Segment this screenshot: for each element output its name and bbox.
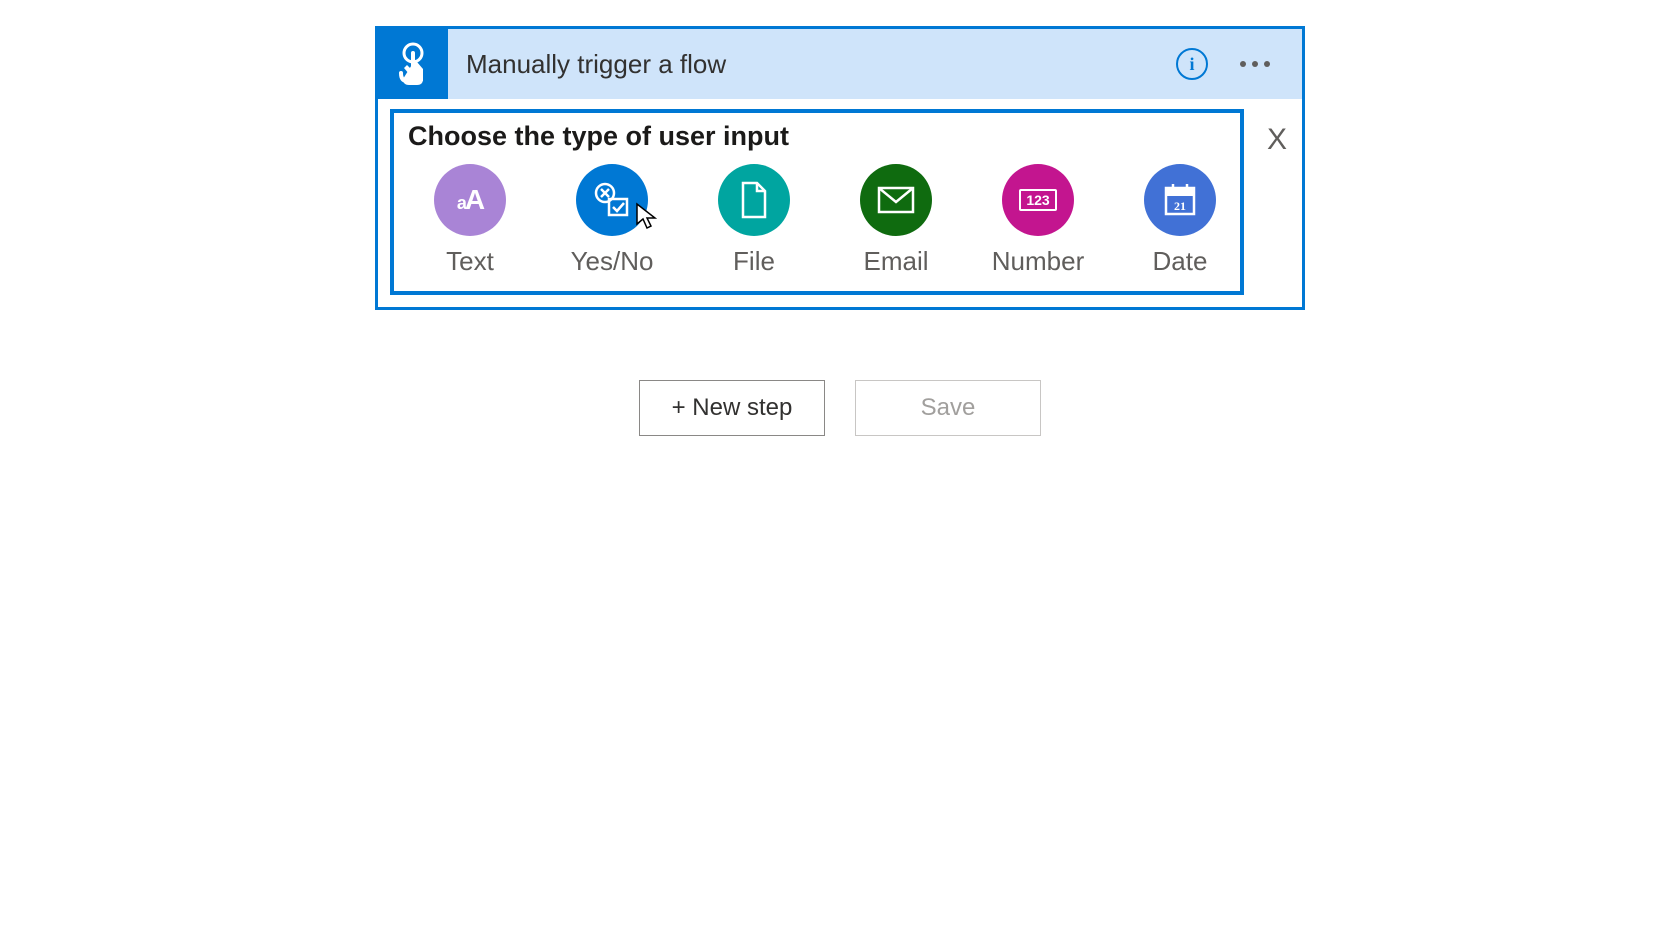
input-option-file[interactable]: File: [708, 164, 800, 277]
input-type-picker: Choose the type of user input aA Text: [390, 109, 1244, 295]
input-option-label: Number: [992, 246, 1084, 277]
input-option-email[interactable]: Email: [850, 164, 942, 277]
number-icon: 123: [1002, 164, 1074, 236]
trigger-body: Choose the type of user input aA Text: [378, 99, 1302, 307]
input-option-label: Yes/No: [571, 246, 654, 277]
input-option-label: File: [733, 246, 775, 277]
date-icon: 21: [1144, 164, 1216, 236]
file-icon: [718, 164, 790, 236]
trigger-touch-icon: [378, 29, 448, 99]
input-options-row: aA Text: [408, 164, 1226, 277]
picker-heading: Choose the type of user input: [408, 121, 1226, 152]
trigger-card: Manually trigger a flow i Choose the typ…: [375, 26, 1305, 310]
save-button[interactable]: Save: [855, 380, 1041, 436]
input-option-number[interactable]: 123 Number: [992, 164, 1084, 277]
new-step-button[interactable]: + New step: [639, 380, 825, 436]
input-option-text[interactable]: aA Text: [424, 164, 516, 277]
input-option-label: Email: [863, 246, 928, 277]
close-picker-button[interactable]: X: [1264, 109, 1290, 295]
input-option-yesno[interactable]: Yes/No: [566, 164, 658, 277]
flow-action-buttons: + New step Save: [639, 380, 1041, 436]
trigger-title: Manually trigger a flow: [448, 49, 1176, 80]
input-option-label: Text: [446, 246, 494, 277]
input-option-label: Date: [1153, 246, 1208, 277]
svg-text:21: 21: [1174, 199, 1186, 213]
input-option-date[interactable]: 21 Date: [1134, 164, 1226, 277]
info-icon[interactable]: i: [1176, 48, 1208, 80]
trigger-header: Manually trigger a flow i: [378, 29, 1302, 99]
email-icon: [860, 164, 932, 236]
more-options-icon[interactable]: [1232, 53, 1278, 75]
text-icon: aA: [434, 164, 506, 236]
yesno-icon: [576, 164, 648, 236]
